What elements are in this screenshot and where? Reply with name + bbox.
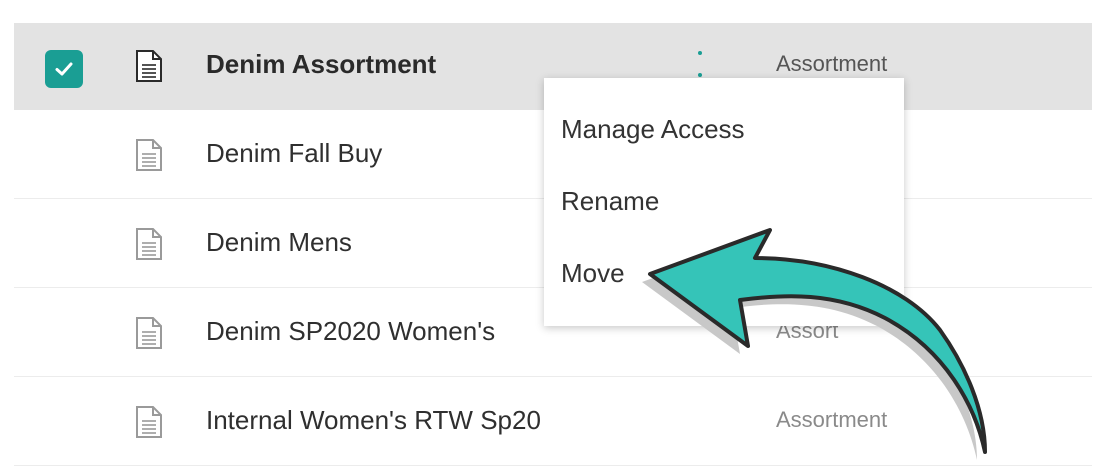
curved-arrow-icon bbox=[642, 228, 987, 460]
